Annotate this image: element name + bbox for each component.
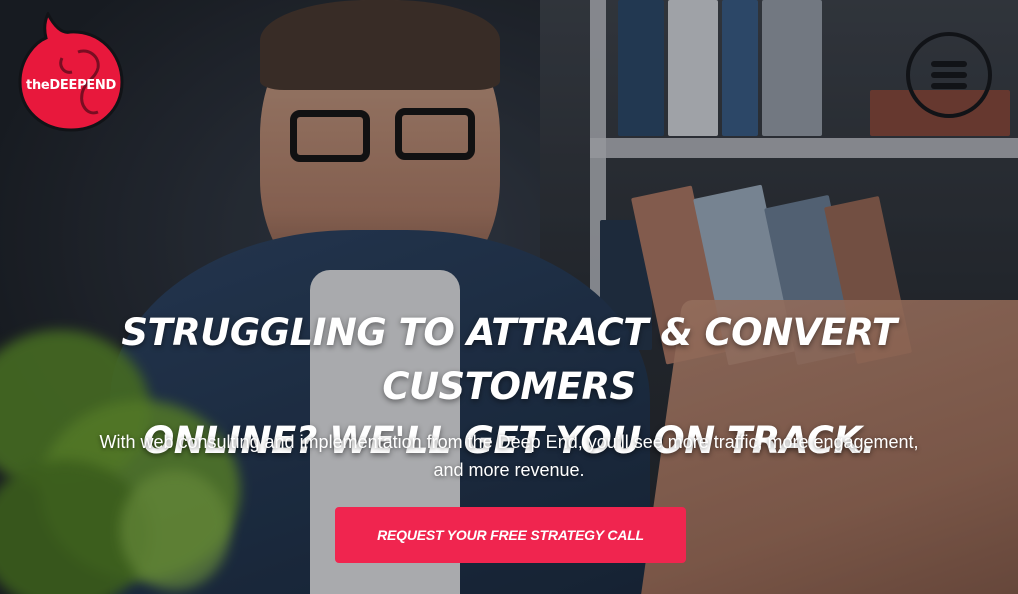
logo[interactable]: theDEEPEND <box>18 12 124 132</box>
request-strategy-call-button[interactable]: REQUEST YOUR FREE STRATEGY CALL <box>335 507 686 563</box>
hero-overlay <box>0 0 1018 594</box>
hero-headline-line-1: STRUGGLING TO ATTRACT & CONVERT CUSTOMER… <box>121 311 897 408</box>
logo-text: theDEEPEND <box>26 78 116 93</box>
hero-subtext-line-1: With web consulting and implementation f… <box>99 432 919 452</box>
deep-end-logo-icon <box>18 12 124 132</box>
hamburger-menu-icon <box>931 61 967 89</box>
hero-subtext-line-2: and more revenue. <box>433 460 585 480</box>
menu-button[interactable] <box>906 32 992 118</box>
hero-subtext: With web consulting and implementation f… <box>20 428 998 484</box>
hero-section: theDEEPEND STRUGGLING TO ATTRACT & CONVE… <box>0 0 1018 594</box>
